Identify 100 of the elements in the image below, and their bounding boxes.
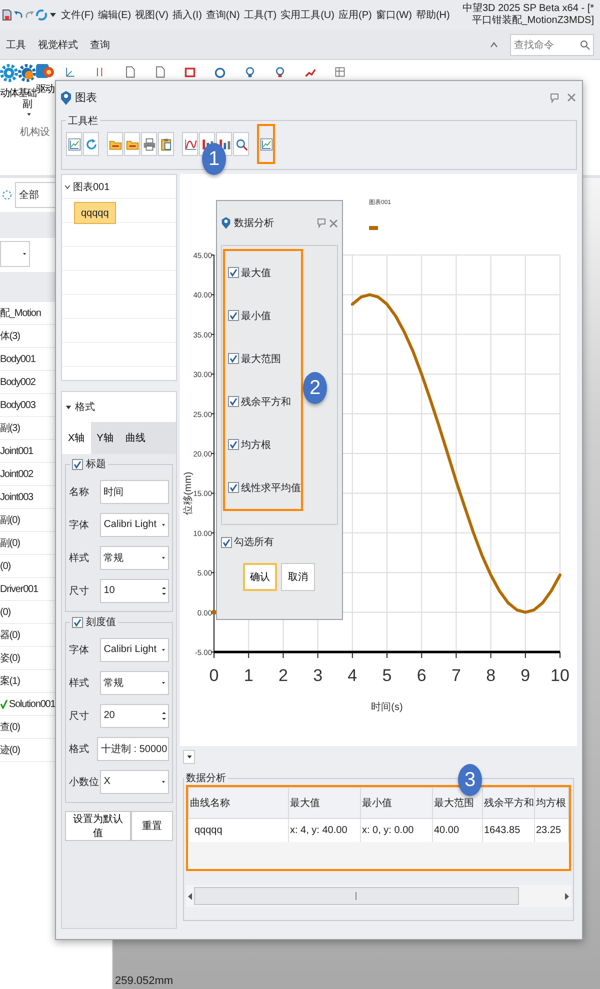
checkbox[interactable] xyxy=(228,482,239,493)
tree-item[interactable]: 姿(0) xyxy=(0,651,20,665)
spin-arrows-icon[interactable] xyxy=(162,710,166,720)
dropdown[interactable]: Calibri Light xyxy=(100,638,169,662)
dropdown[interactable]: 十进制 : 50000 xyxy=(97,736,169,760)
checkbox[interactable] xyxy=(72,458,83,470)
dropdown[interactable]: X xyxy=(100,770,169,794)
caret-icon[interactable] xyxy=(64,184,71,190)
button[interactable]: 取消 xyxy=(281,563,315,591)
tree-item[interactable]: 迹(0) xyxy=(0,743,20,757)
caret-icon[interactable] xyxy=(161,680,166,684)
tree-item[interactable]: qqqqq xyxy=(74,202,116,224)
bulb-icon[interactable] xyxy=(274,66,286,78)
pin-icon[interactable] xyxy=(550,92,559,102)
caret-icon[interactable] xyxy=(65,404,72,410)
checkbox[interactable] xyxy=(228,439,239,450)
checkbox[interactable] xyxy=(72,616,83,628)
search-icon[interactable] xyxy=(580,40,590,50)
option-label[interactable]: 残余平方和 xyxy=(241,394,291,408)
checkbox[interactable] xyxy=(228,396,239,407)
spin-box[interactable]: 20 xyxy=(100,704,169,728)
tree-item[interactable]: (0) xyxy=(0,606,10,618)
tab[interactable]: 曲线 xyxy=(119,422,152,454)
filter-icon[interactable] xyxy=(2,188,12,202)
checkbox[interactable] xyxy=(228,353,239,364)
menu-item[interactable]: 应用(P) xyxy=(338,8,372,22)
ribbon-button[interactable]: 驱动 xyxy=(36,64,54,110)
menu-item[interactable]: 编辑(E) xyxy=(98,8,132,22)
dropdown[interactable]: 常规 xyxy=(100,670,169,694)
tree-item[interactable]: 副(3) xyxy=(0,421,20,435)
tree-item[interactable]: 图表001 xyxy=(73,180,110,194)
tree-item[interactable]: Body003 xyxy=(0,400,36,410)
menu-item[interactable]: 帮助(H) xyxy=(416,8,450,22)
tree-item[interactable]: 案(1) xyxy=(0,674,20,688)
option-label[interactable]: 均方根 xyxy=(241,438,271,452)
page-icon[interactable] xyxy=(154,66,166,78)
button[interactable]: 确认 xyxy=(243,563,277,591)
toolbar-button[interactable] xyxy=(107,132,123,156)
menu-item[interactable]: 查询(N) xyxy=(206,8,240,22)
menu-item[interactable]: 文件(F) xyxy=(61,8,94,22)
table-icon[interactable] xyxy=(334,66,346,78)
ribbon-tab[interactable]: 查询 xyxy=(90,38,110,52)
undo-icon[interactable] xyxy=(14,10,23,20)
collapse-icon[interactable] xyxy=(490,40,498,48)
menu-item[interactable]: 实用工具(U) xyxy=(280,8,334,22)
caret-icon[interactable] xyxy=(49,11,57,19)
ribbon-tab[interactable]: 视觉样式 xyxy=(38,38,78,52)
pin-icon[interactable] xyxy=(317,218,326,228)
save-icon[interactable] xyxy=(2,9,12,21)
option-label[interactable]: 最小值 xyxy=(241,308,271,322)
toolbar-button[interactable] xyxy=(182,132,198,156)
close-icon[interactable] xyxy=(329,218,338,228)
tree-item[interactable]: 配_Motion xyxy=(0,306,41,320)
ribbon-button[interactable]: 基础副 xyxy=(18,64,36,110)
checkbox[interactable] xyxy=(228,267,239,278)
close-icon[interactable] xyxy=(567,92,576,102)
tree-item[interactable]: 查(0) xyxy=(0,720,20,734)
menu-item[interactable]: 工具(T) xyxy=(244,8,277,22)
tree-item[interactable]: 副(0) xyxy=(0,536,20,550)
tree-item[interactable]: 副(0) xyxy=(0,513,20,527)
caret-icon[interactable] xyxy=(26,112,32,117)
toolbar-button[interactable] xyxy=(124,132,140,156)
menu-item[interactable]: 插入(I) xyxy=(172,8,202,22)
option-label[interactable]: 勾选所有 xyxy=(234,535,274,549)
spin-arrows-icon[interactable] xyxy=(162,586,166,596)
toolbar-button[interactable] xyxy=(158,132,174,156)
caret-icon[interactable] xyxy=(22,252,27,256)
button[interactable]: 设置为默认值 xyxy=(65,811,132,841)
tree-item[interactable]: 器(0) xyxy=(0,628,20,642)
filter-field[interactable]: 全部 xyxy=(15,182,58,208)
tree-item[interactable]: Solution001 xyxy=(9,698,56,710)
grip-icon[interactable] xyxy=(355,892,358,900)
tree-item[interactable]: Body002 xyxy=(0,376,36,388)
menu-item[interactable]: 视图(V) xyxy=(135,8,168,22)
page-icon[interactable] xyxy=(124,66,136,78)
toolbar-button[interactable] xyxy=(141,132,157,156)
tab[interactable]: X轴 xyxy=(62,422,91,454)
caret-icon[interactable] xyxy=(161,522,166,526)
button[interactable]: 重置 xyxy=(131,811,173,841)
search-field[interactable]: 查找命令 xyxy=(510,34,594,56)
caret-icon[interactable] xyxy=(161,556,166,560)
scrollbar[interactable] xyxy=(186,885,571,907)
ribbon-tab[interactable]: 工具 xyxy=(6,38,26,52)
checkbox[interactable] xyxy=(228,310,239,321)
dropdown[interactable]: Calibri Light xyxy=(100,512,169,536)
ribbon-button[interactable]: 动体 xyxy=(0,64,18,110)
dropdown[interactable]: 常规 xyxy=(100,546,169,570)
menu-item[interactable]: 窗口(W) xyxy=(376,8,412,22)
tree-item[interactable]: Joint002 xyxy=(0,468,34,480)
tree-item[interactable]: (0) xyxy=(0,560,10,572)
tree-item[interactable]: Joint001 xyxy=(0,446,34,456)
right-arrow-icon[interactable] xyxy=(565,892,569,900)
frame-icon[interactable] xyxy=(184,66,196,78)
toolbar-button[interactable] xyxy=(257,124,275,164)
caret-icon[interactable] xyxy=(161,780,166,784)
toolbar-button[interactable] xyxy=(66,132,82,156)
option-label[interactable]: 最大值 xyxy=(241,266,271,280)
caret-icon[interactable] xyxy=(161,648,166,652)
left-arrow-icon[interactable] xyxy=(188,892,192,900)
tree-item[interactable]: Joint003 xyxy=(0,492,34,502)
